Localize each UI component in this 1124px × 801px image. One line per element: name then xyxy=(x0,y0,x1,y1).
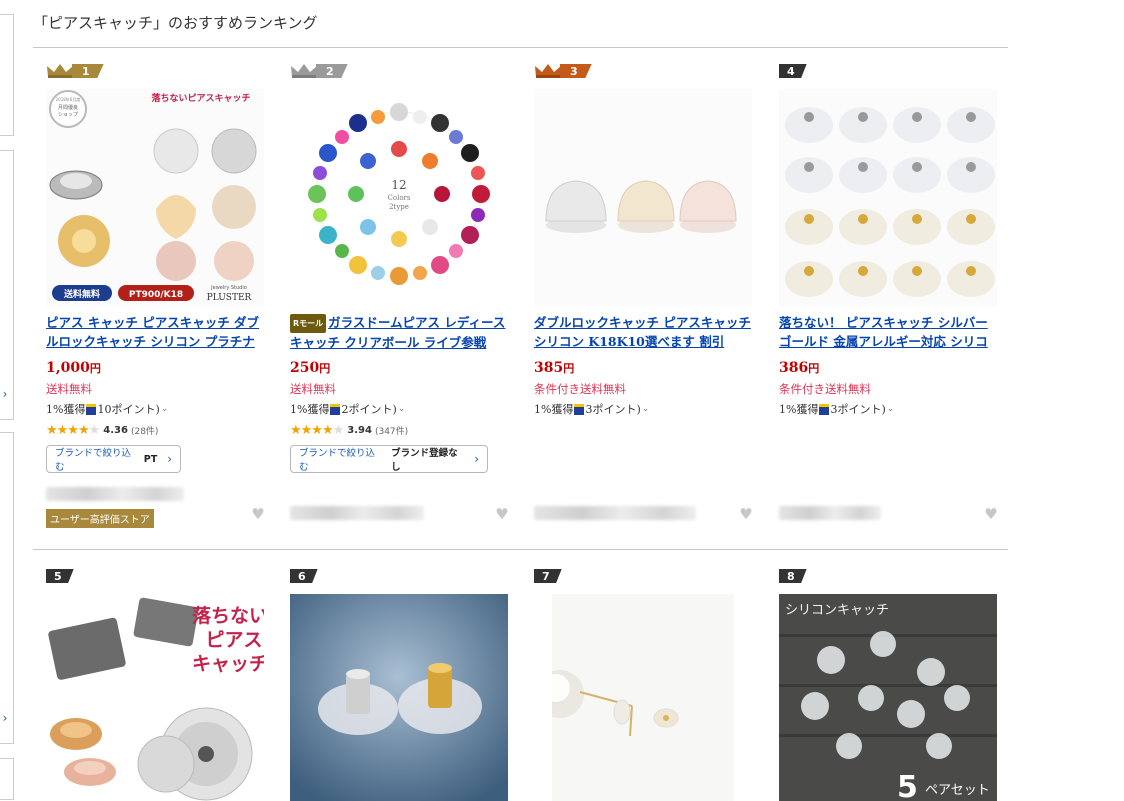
rank-badge: 1 xyxy=(46,63,104,79)
t-point-icon xyxy=(330,403,341,415)
rank-number: 2 xyxy=(316,64,348,78)
rail-panel-4 xyxy=(0,758,14,800)
product-image[interactable] xyxy=(779,89,997,307)
price: 250円 xyxy=(290,360,331,376)
shop-name-blurred[interactable] xyxy=(46,487,184,501)
mall-badge: Rモール xyxy=(290,314,327,333)
product-image[interactable] xyxy=(552,594,734,801)
rank-number: 4 xyxy=(779,64,807,78)
product-title-link[interactable]: 落ちない！ ピアスキャッチ シルバー ゴールド 金属アレルギー対応 シリコン xyxy=(779,313,997,351)
points-info[interactable]: 1%獲得 3ポイント) ⌄ xyxy=(534,401,649,417)
shop-name-blurred[interactable] xyxy=(290,506,424,520)
image-headline: 落ちないピアスキャッチ xyxy=(151,92,250,104)
svg-text:Colors: Colors xyxy=(388,194,411,202)
divider-middle xyxy=(33,549,1008,550)
silver-crown-icon xyxy=(291,64,317,78)
rating[interactable]: ★★★★★ 4.36 (28件) xyxy=(46,423,158,438)
product-image[interactable]: 12 Colors 2type xyxy=(290,89,508,307)
left-rail: › › xyxy=(0,0,14,801)
rank-number: 5 xyxy=(46,569,74,583)
image-tag-material: PT900/K18 xyxy=(129,290,183,300)
image-caption: シリコンキャッチ xyxy=(785,603,889,618)
product-title-link[interactable]: ダブルロックキャッチ ピアスキャッチ シリコン K18K10選べます 割引 xyxy=(534,313,752,351)
image-count: 5 xyxy=(897,770,918,801)
product-title-link[interactable]: ピアス キャッチ ピアスキャッチ ダブルロックキャッチ シリコン プラチナ PT… xyxy=(46,313,264,351)
ranking-heading: 「ピアスキャッチ」のおすすめランキング xyxy=(33,14,318,32)
rank-badge: 4 xyxy=(779,63,807,79)
product-image[interactable] xyxy=(534,89,752,307)
chevron-down-icon: ⌄ xyxy=(397,404,406,414)
star-rating-icon: ★★★★★ xyxy=(46,423,100,438)
chevron-down-icon: ⌄ xyxy=(641,404,650,414)
price: 386円 xyxy=(779,360,820,376)
rating[interactable]: ★★★★★ 3.94 (347件) xyxy=(290,423,408,438)
star-rating-icon: ★★★★★ xyxy=(290,423,344,438)
svg-text:ピアス: ピアス xyxy=(205,629,262,651)
image-count: 12 xyxy=(391,178,406,192)
image-headline-1: 落ちない xyxy=(192,604,264,627)
rank-badge: 5 xyxy=(46,568,74,584)
rank-badge: 8 xyxy=(779,568,807,584)
rank-number: 1 xyxy=(72,64,104,78)
svg-text:2type: 2type xyxy=(389,203,409,211)
shipping-info: 条件付き送料無料 xyxy=(534,382,626,396)
shipping-info: 条件付き送料無料 xyxy=(779,382,871,396)
rank-badge: 6 xyxy=(290,568,318,584)
svg-text:キャッチ: キャッチ xyxy=(192,653,264,675)
brand-filter-button[interactable]: ブランドで絞り込む ブランド登録なし › xyxy=(290,445,488,473)
shop-name-blurred[interactable] xyxy=(534,506,696,520)
bronze-crown-icon xyxy=(535,64,561,78)
rail-panel-3 xyxy=(0,432,14,744)
points-info[interactable]: 1%獲得 3ポイント) ⌄ xyxy=(779,401,894,417)
points-info[interactable]: 1%獲得 2ポイント) ⌄ xyxy=(290,401,405,417)
favorite-heart-icon[interactable]: ♥ xyxy=(250,506,266,522)
product-image[interactable]: 落ちない ピアス キャッチ xyxy=(46,594,264,801)
price: 385円 xyxy=(534,360,575,376)
rail-panel-1 xyxy=(0,14,14,136)
product-image[interactable] xyxy=(290,594,508,801)
rail-panel-2 xyxy=(0,150,14,420)
chevron-down-icon: ⌄ xyxy=(160,404,169,414)
rank-badge: 7 xyxy=(534,568,562,584)
rank-number: 3 xyxy=(560,64,592,78)
rank-badge: 3 xyxy=(534,63,592,79)
shipping-info: 送料無料 xyxy=(46,382,92,396)
rank-badge: 2 xyxy=(290,63,348,79)
t-point-icon xyxy=(574,403,585,415)
rail-chevron-right-icon-2[interactable]: › xyxy=(0,712,10,724)
points-info[interactable]: 1%獲得 10ポイント) ⌄ xyxy=(46,401,168,417)
chevron-down-icon: ⌄ xyxy=(886,404,895,414)
product-image[interactable]: シリコンキャッチ 5 ペアセット xyxy=(779,594,997,801)
high-rating-store-badge: ユーザー高評価ストア xyxy=(46,509,154,528)
rail-chevron-right-icon[interactable]: › xyxy=(0,388,10,400)
divider-top xyxy=(33,47,1008,48)
rank-number: 8 xyxy=(779,569,807,583)
gold-crown-icon xyxy=(47,64,73,78)
t-point-icon xyxy=(86,403,97,415)
seal-text: 2018年6月度 xyxy=(56,96,81,102)
image-brand-name: PLUSTER xyxy=(207,293,252,303)
t-point-icon xyxy=(819,403,830,415)
favorite-heart-icon[interactable]: ♥ xyxy=(983,506,999,522)
svg-text:月間優良: 月間優良 xyxy=(58,104,78,111)
shipping-info: 送料無料 xyxy=(290,382,336,396)
svg-text:ペアセット: ペアセット xyxy=(925,783,990,798)
rank-number: 6 xyxy=(290,569,318,583)
image-tag-free-shipping: 送料無料 xyxy=(63,288,100,300)
svg-text:ショップ: ショップ xyxy=(58,112,78,118)
chevron-right-icon: › xyxy=(474,452,479,466)
rank-number: 7 xyxy=(534,569,562,583)
favorite-heart-icon[interactable]: ♥ xyxy=(494,506,510,522)
product-title-link[interactable]: Rモール ガラスドームピアス レディース キャッチ クリアボール ライブ参戦 xyxy=(290,313,508,351)
favorite-heart-icon[interactable]: ♥ xyxy=(738,506,754,522)
brand-filter-button[interactable]: ブランドで絞り込む PT › xyxy=(46,445,181,473)
shop-name-blurred[interactable] xyxy=(779,506,881,520)
price: 1,000円 xyxy=(46,360,101,376)
svg-text:Jewelry Studio: Jewelry Studio xyxy=(210,285,247,291)
chevron-right-icon: › xyxy=(167,452,172,466)
product-image[interactable]: 2018年6月度 月間優良 ショップ 落ちないピアスキャッチ 送料無料 PT90… xyxy=(46,89,264,307)
